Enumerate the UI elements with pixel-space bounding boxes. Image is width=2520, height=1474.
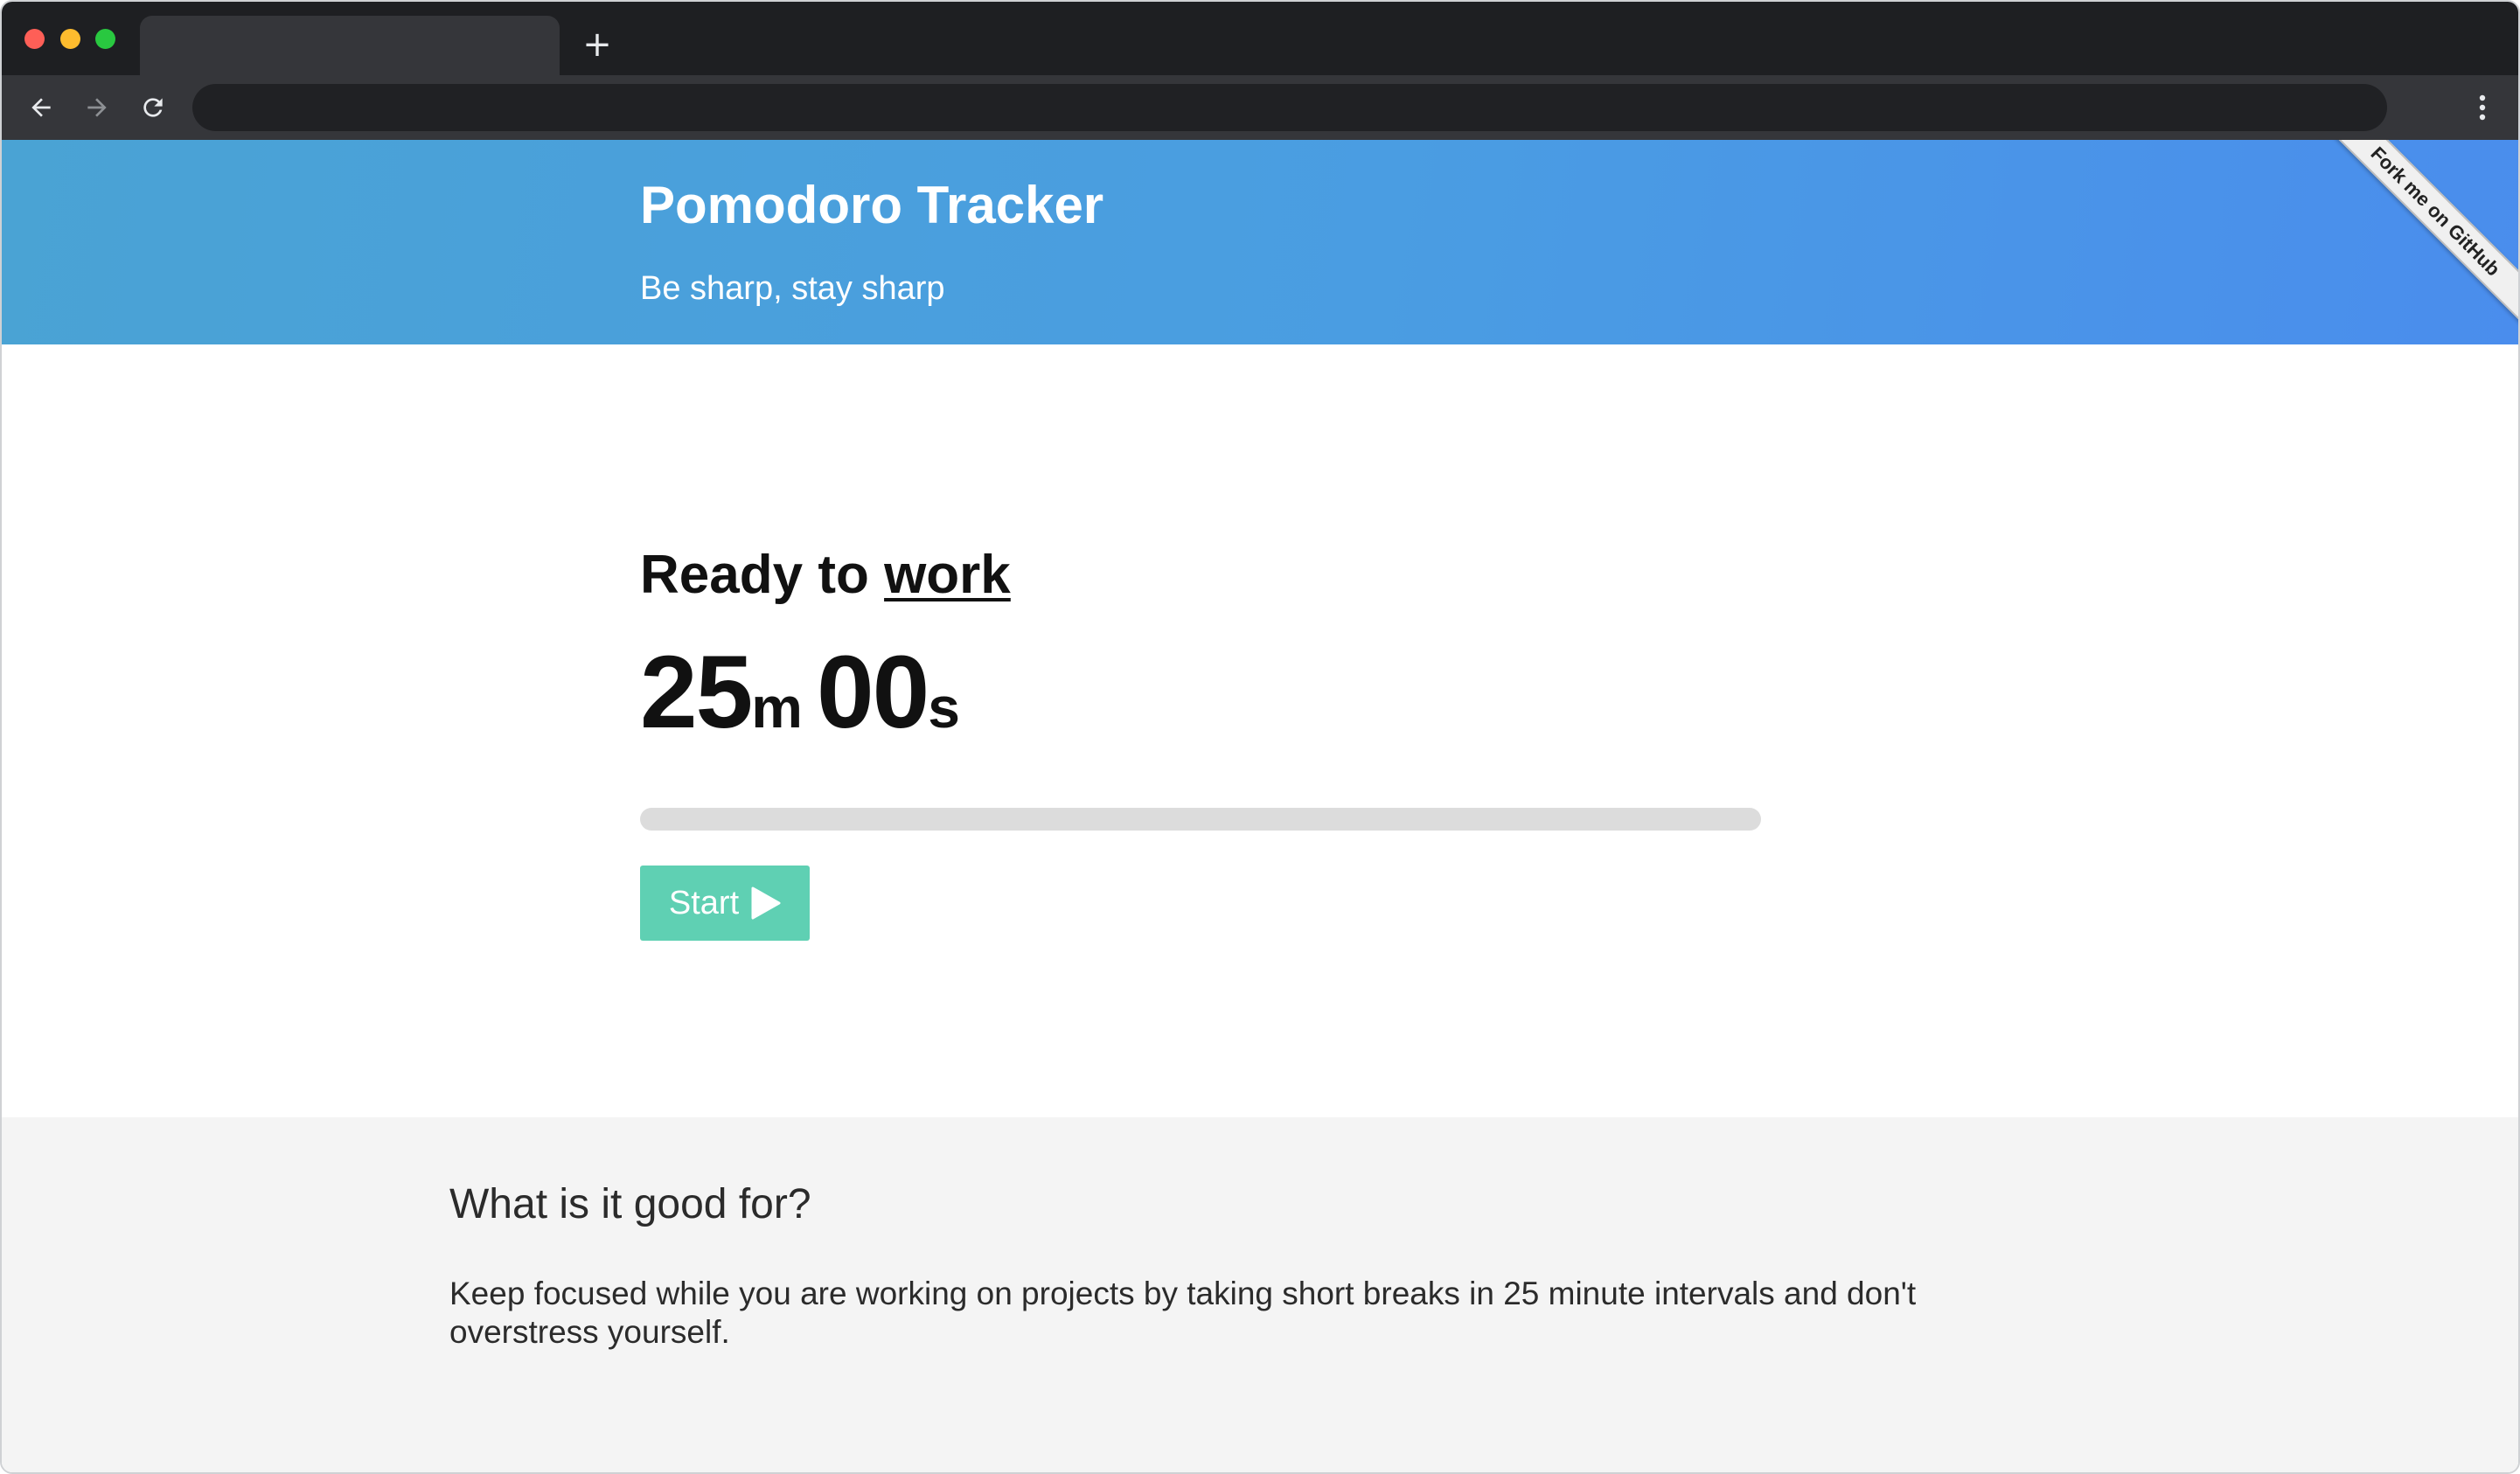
minutes-value: 25 <box>640 635 753 750</box>
page-content: Pomodoro Tracker Be sharp, stay sharp Fo… <box>2 140 2518 1472</box>
maximize-window-button[interactable] <box>95 29 115 49</box>
back-button[interactable] <box>23 89 59 126</box>
about-text: Keep focused while you are working on pr… <box>449 1276 1917 1350</box>
hero-banner: Pomodoro Tracker Be sharp, stay sharp Fo… <box>2 140 2518 344</box>
status-prefix: Ready to <box>640 545 869 605</box>
arrow-left-icon <box>27 94 55 122</box>
start-button-label: Start <box>668 884 740 921</box>
browser-toolbar <box>2 75 2518 140</box>
address-bar[interactable] <box>192 84 2387 131</box>
reload-icon <box>139 94 167 122</box>
minimize-window-button[interactable] <box>60 29 80 49</box>
arrow-right-icon <box>83 94 111 122</box>
browser-tab[interactable] <box>140 16 560 75</box>
play-icon <box>751 886 781 920</box>
seconds-unit: s <box>928 675 960 740</box>
page-title: Pomodoro Tracker <box>640 176 1104 234</box>
forward-button[interactable] <box>79 89 115 126</box>
more-vertical-icon <box>2477 94 2488 122</box>
browser-menu-button[interactable] <box>2464 89 2501 126</box>
browser-window: + Pomodoro Tracker Be sharp, stay sharp … <box>0 0 2520 1474</box>
about-section: What is it good for? Keep focused while … <box>2 1117 2518 1472</box>
timer-section: Ready to work 25m 00s Start <box>640 542 1777 941</box>
start-button[interactable]: Start <box>640 866 810 941</box>
close-window-button[interactable] <box>24 29 45 49</box>
tab-strip: + <box>2 2 2518 75</box>
minutes-unit: m <box>751 675 803 740</box>
countdown-clock: 25m 00s <box>640 640 1777 776</box>
new-tab-button[interactable]: + <box>581 27 614 62</box>
timer-progress-bar <box>640 808 1761 831</box>
mode-link[interactable]: work <box>884 545 1011 605</box>
timer-status: Ready to work <box>640 542 1777 608</box>
page-subtitle: Be sharp, stay sharp <box>640 270 945 307</box>
reload-button[interactable] <box>135 89 171 126</box>
about-title: What is it good for? <box>449 1181 811 1227</box>
fork-on-github-ribbon[interactable]: Fork me on GitHub <box>2321 140 2518 326</box>
seconds-value: 00 <box>816 635 929 750</box>
